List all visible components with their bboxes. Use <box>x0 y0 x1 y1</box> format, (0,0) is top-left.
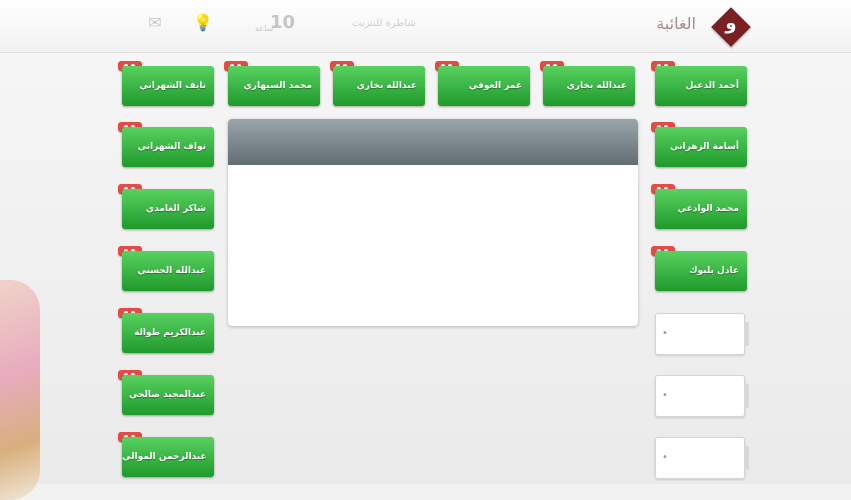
tagline: شاطرة للنترنت <box>352 18 416 29</box>
student-button[interactable]: محمد السيهاري <box>228 66 320 106</box>
mail-icon[interactable]: ✉ <box>146 14 164 32</box>
student-button[interactable]: عبدالله الحسني <box>122 251 214 291</box>
counter-unit: ساعة <box>255 24 274 33</box>
student-button[interactable]: محمد الوادعي <box>655 189 747 229</box>
card-edge <box>744 384 749 408</box>
student-button[interactable]: شاكر الغامدي <box>122 189 214 229</box>
panel-header <box>228 119 638 165</box>
student-button[interactable]: نايف الشهراني <box>122 66 214 106</box>
student-button[interactable]: عبدالله بخاري <box>543 66 635 106</box>
student-button[interactable]: نواف الشهراني <box>122 127 214 167</box>
student-button[interactable]: عبدالكريم طوالة <box>122 313 214 353</box>
student-button[interactable]: عبدالمجيد صالحي <box>122 375 214 415</box>
empty-seat-mark: • <box>662 452 668 463</box>
empty-seat-mark: • <box>662 328 668 339</box>
student-button[interactable]: عبدالله بخاري <box>333 66 425 106</box>
card-edge <box>744 322 749 346</box>
center-panel <box>228 119 638 326</box>
top-bar: و الغائبة شاطرة للنترنت 10 ساعة 💡 ✉ <box>0 0 851 53</box>
empty-seat-card[interactable]: • <box>655 375 749 417</box>
empty-seat-mark: • <box>662 390 668 401</box>
student-button[interactable]: عمر العوفي <box>438 66 530 106</box>
app-page: و الغائبة شاطرة للنترنت 10 ساعة 💡 ✉ أحمد… <box>0 0 851 500</box>
logo-glyph: و <box>725 13 737 34</box>
decorative-graphic <box>0 280 40 500</box>
lightbulb-icon[interactable]: 💡 <box>193 14 213 32</box>
counter-value: 10 <box>270 12 296 33</box>
page-title: الغائبة <box>656 14 696 33</box>
student-button[interactable]: أسامة الزهراني <box>655 127 747 167</box>
student-button[interactable]: عادل بلبوك <box>655 251 747 291</box>
card-edge <box>744 446 749 470</box>
student-button[interactable]: عبدالرحمن الموالي <box>122 437 214 477</box>
empty-seat-card[interactable]: • <box>655 313 749 355</box>
logo[interactable]: و <box>711 7 751 47</box>
student-button[interactable]: أحمد الدعيل <box>655 66 747 106</box>
empty-seat-card[interactable]: • <box>655 437 749 479</box>
